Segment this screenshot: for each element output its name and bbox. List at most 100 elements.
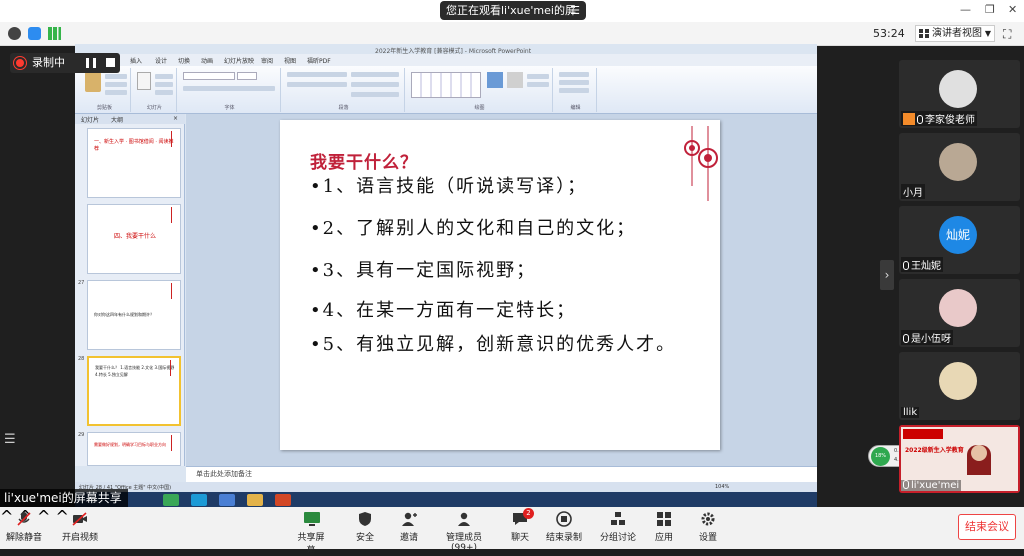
participant-tile[interactable]: 是小伍呀 [899,279,1020,347]
windows-taskbar [75,492,817,508]
manage-label: 管理成员(99+) [445,533,482,553]
slide-thumbnail[interactable]: 一、新生入学 · 图书馆借阅 · 阅读推荐 [87,128,181,198]
slide-thumbnail[interactable]: 你对你这四年有什么规划和期许？ [87,280,181,350]
list-icon[interactable]: ☰ [4,432,24,452]
fullscreen-icon[interactable]: ⛶ [1003,27,1011,42]
tab-foxit-pdf[interactable]: 福昕PDF [307,56,331,65]
slide-thumbnail[interactable]: 需要做好规划，明确学习目标与职业方向 [87,432,181,466]
record-dot-icon [16,59,24,67]
chat-button[interactable]: 2 聊天 [506,508,534,543]
shield-icon[interactable] [28,27,41,40]
invite-button[interactable]: 邀请 [394,511,424,543]
notes-placeholder: 单击此处添加备注 [196,470,252,478]
security-button[interactable]: 安全 [350,511,380,543]
avatar [939,70,977,108]
end-recording-label: 结束录制 [545,533,582,543]
invite-label: 邀请 [399,533,418,543]
arrange-icon[interactable] [487,72,503,88]
thumbnail-number: 27 [78,280,85,286]
end-recording-button[interactable]: 结束录制 [544,511,584,543]
minimize-icon[interactable]: — [960,3,971,16]
ornament-icon [170,360,176,376]
share-label-text: li'xue'mei的屏幕共享 [4,491,122,505]
cpu-percent: 18% [871,447,890,466]
font-name-select[interactable] [183,72,235,80]
zoom-level[interactable]: 104% [715,484,729,490]
tab-view[interactable]: 视图 [284,56,296,65]
participant-name: li'xue'mei [901,480,962,491]
security-label: 安全 [355,533,374,543]
tab-outline[interactable]: 大纲 [111,115,123,124]
new-slide-icon[interactable] [137,72,151,90]
view-mode-dropdown[interactable]: 演讲者视图 ▼ [915,25,995,42]
slide-thumbnail-selected[interactable]: 我要干什么？ 1.语言技能 2.文化 3.国际视野 4.特长 5.独立见解 [87,356,181,426]
app-icon[interactable] [191,494,207,506]
shield-icon [357,511,373,527]
ribbon-group-label: 编辑 [570,105,581,111]
app-icon[interactable] [219,494,235,506]
current-slide[interactable]: 我要干什么？ •1、语言技能（听说读写译）； •2、了解别人的文化和自己的文化；… [280,120,720,450]
end-meeting-button[interactable]: 结束会议 [958,514,1016,540]
tab-insert[interactable]: 插入 [130,56,142,65]
pause-icon[interactable] [86,58,96,68]
mic-icon [903,334,909,343]
settings-button[interactable]: 设置 [694,511,722,543]
end-meeting-label: 结束会议 [965,520,1009,533]
breakout-icon [610,511,626,527]
close-icon[interactable]: ✕ [1008,3,1017,16]
tab-review[interactable]: 审阅 [261,56,273,65]
ribbon-group-label: 段落 [338,105,349,111]
app-icon[interactable] [247,494,263,506]
viewing-indicator[interactable]: 您正在观看li'xue'mei的屏幕 ☰ [440,1,586,36]
ppt-window-title: 2022年新生入学教育 [兼容模式] - Microsoft PowerPoin… [375,48,532,55]
restore-icon[interactable]: ❐ [985,3,995,16]
ribbon-tabs: 开始 插入 设计 切换 动画 幻灯片放映 审阅 视图 福昕PDF [75,54,817,66]
recording-indicator: 录制中 [10,53,120,73]
shapes-gallery[interactable] [411,72,481,98]
manage-participants-button[interactable]: 管理成员(99+) [434,511,494,553]
thumbnail-text: 四、我要干什么 [113,233,156,240]
breakout-label: 分组讨论 [600,533,637,543]
thumbnail-text: 你对你这四年有什么规划和期许？ [94,312,154,317]
menu-icon[interactable]: ☰ [570,1,580,20]
participant-tile[interactable]: llik [899,352,1020,420]
tab-slides[interactable]: 幻灯片 [81,115,99,124]
info-icon[interactable] [8,27,21,40]
host-icon [903,113,915,125]
tab-transition[interactable]: 切换 [178,56,190,65]
ribbon-group-slides: 幻灯片 [133,68,177,112]
breakout-rooms-button[interactable]: 分组讨论 [600,511,636,543]
chevron-right-icon[interactable]: › [880,260,894,290]
notes-field[interactable]: 单击此处添加备注 [186,466,817,482]
participant-tile[interactable]: 小月 [899,133,1020,201]
slide-thumbnail[interactable]: 四、我要干什么 [87,204,181,274]
start-video-button[interactable]: 开启视频 [60,511,100,543]
ppt-status-bar: 幻灯片 28 / 41 "Office 主题" 中文(中国) 104% [75,482,817,492]
paste-icon[interactable] [85,72,101,92]
stop-record-icon [556,511,572,527]
tab-animation[interactable]: 动画 [201,56,213,65]
screen-share-label: li'xue'mei的屏幕共享 [0,489,128,507]
quick-styles-icon[interactable] [507,72,523,88]
tab-design[interactable]: 设计 [155,56,167,65]
participant-name: 小月 [901,184,925,199]
ribbon-group-drawing: 绘图 [407,68,553,112]
signal-icon[interactable] [48,27,61,40]
unmute-button[interactable]: 解除静音 [6,511,42,543]
participant-tile[interactable]: 灿妮 王灿妮 [899,206,1020,274]
slide-bullet: •2、了解别人的文化和自己的文化； [310,218,637,239]
share-screen-icon [303,511,320,527]
app-icon[interactable] [163,494,179,506]
presenter-video-tile[interactable]: 2022级新生入学教育 li'xue'mei [899,425,1020,493]
powerpoint-icon[interactable] [275,494,291,506]
participant-tile[interactable]: 李家俊老师 [899,60,1020,128]
participants-icon [456,511,472,527]
apps-icon [656,511,672,527]
stop-icon[interactable] [106,58,115,67]
close-pane-icon[interactable]: × [173,115,178,122]
apps-button[interactable]: 应用 [650,511,678,543]
share-screen-button[interactable]: 共享屏幕 [294,511,328,556]
tab-slideshow[interactable]: 幻灯片放映 [224,56,254,65]
font-size-select[interactable] [237,72,257,80]
avatar [939,362,977,400]
